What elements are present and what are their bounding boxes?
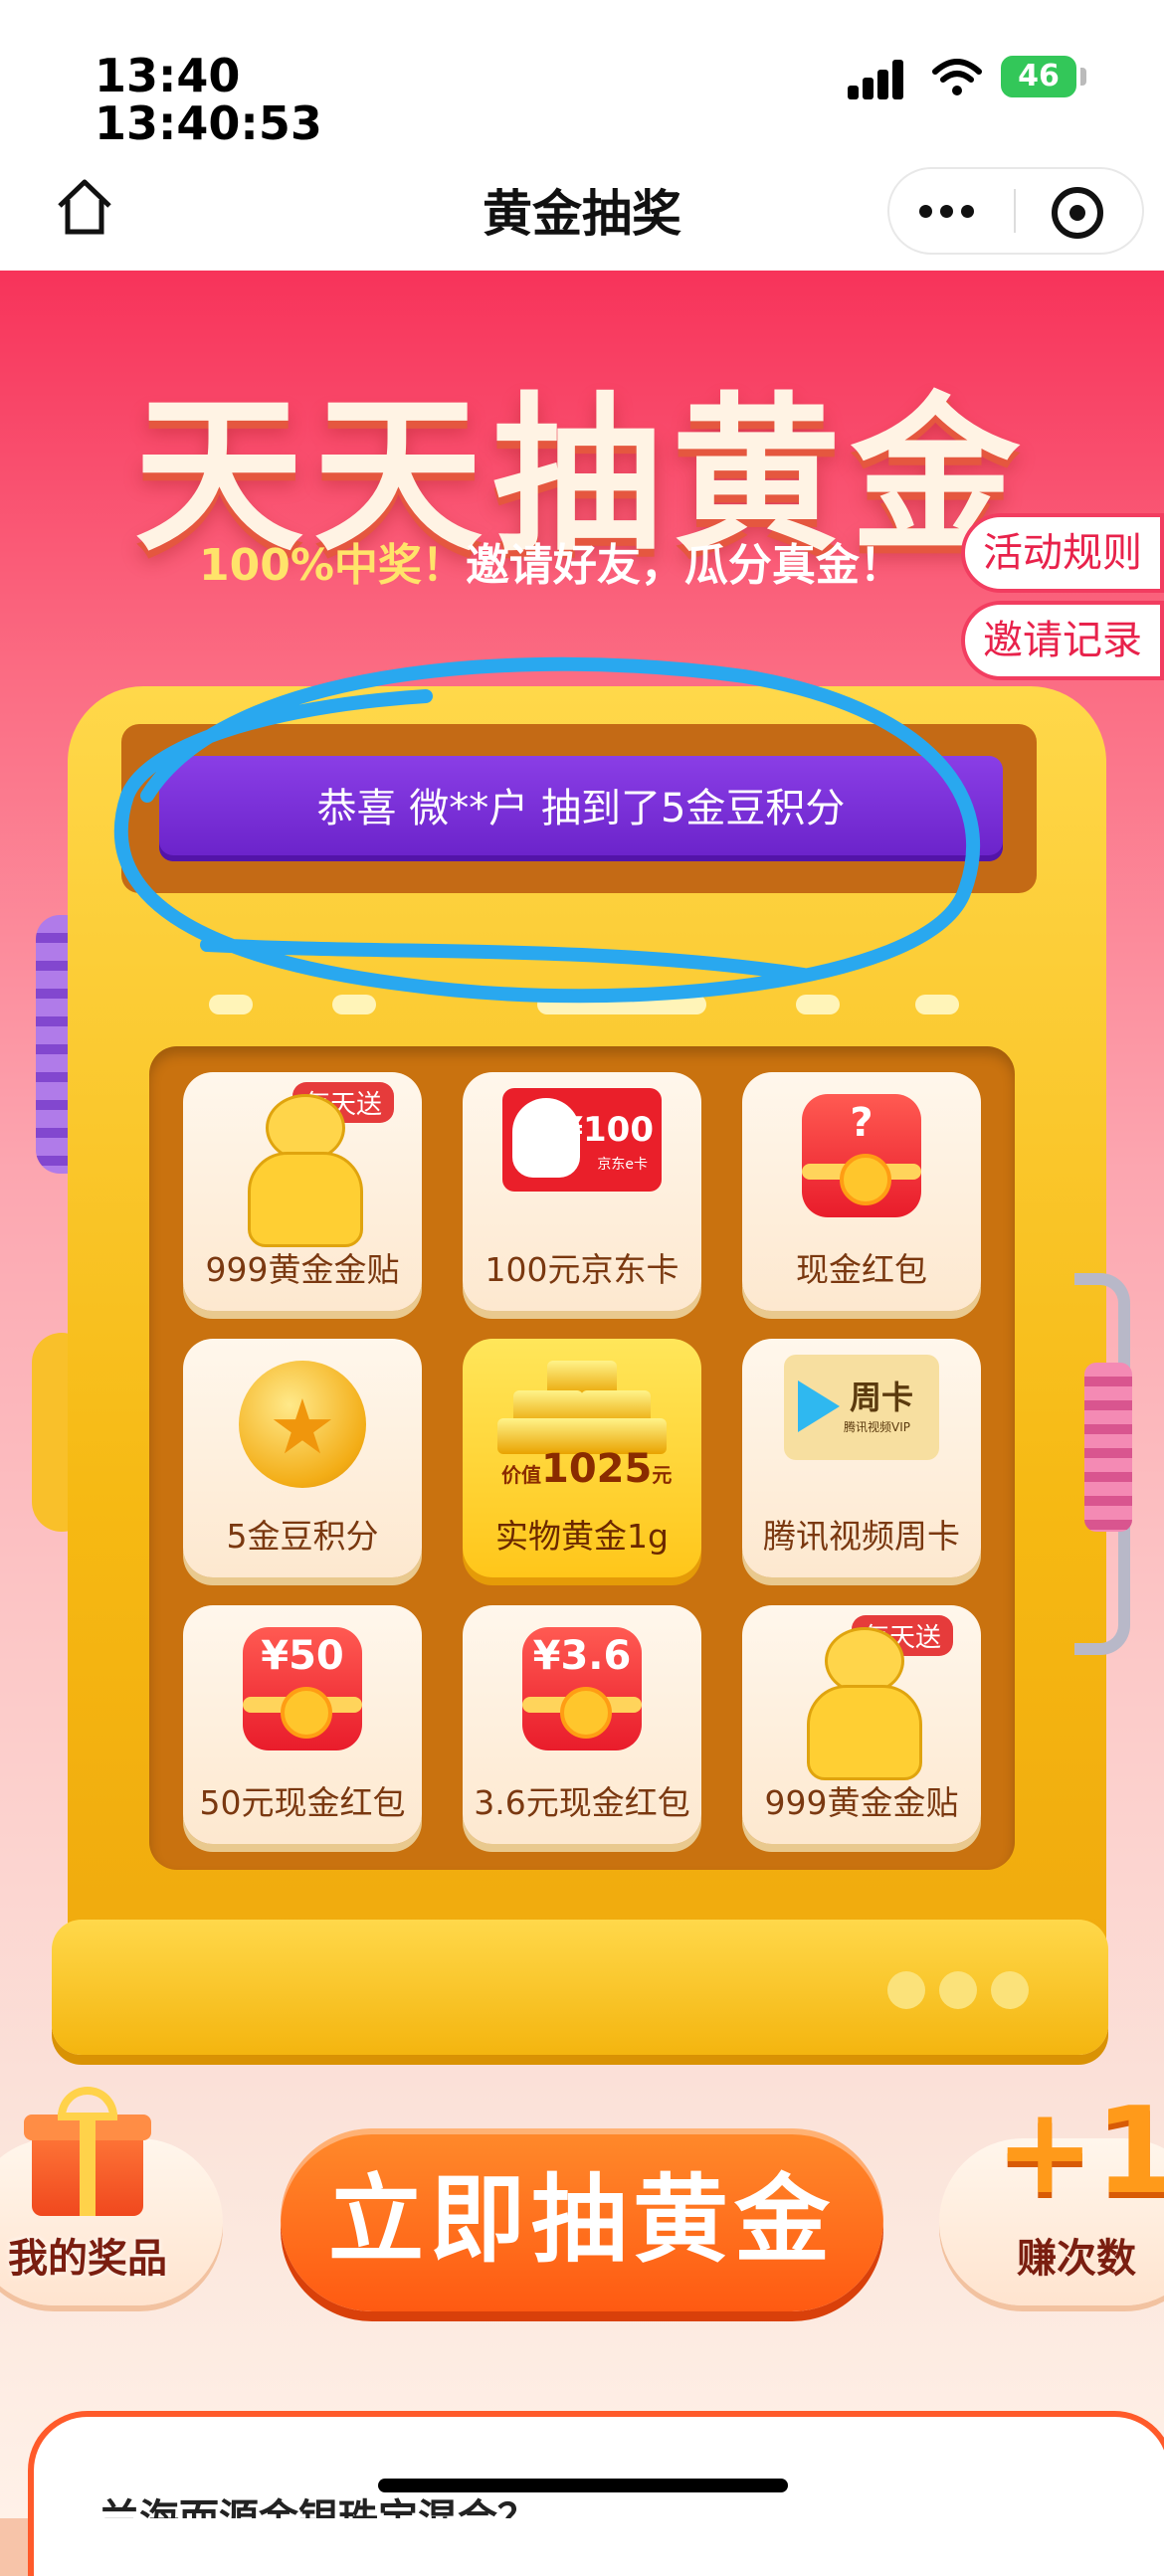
hand-drawn-annotation-circle bbox=[113, 656, 980, 1004]
red-packet-icon: ? bbox=[802, 1094, 921, 1217]
draw-now-button[interactable]: 立即抽黄金 bbox=[281, 2128, 883, 2311]
close-miniprogram-icon[interactable] bbox=[1052, 187, 1103, 239]
gift-box-icon[interactable] bbox=[24, 2087, 151, 2216]
cellular-signal-icon bbox=[848, 58, 913, 99]
home-indicator bbox=[378, 2479, 788, 2492]
prize-label: 现金红包 bbox=[796, 1250, 927, 1289]
battery-tip bbox=[1080, 68, 1086, 86]
prize-label: 5金豆积分 bbox=[226, 1517, 379, 1556]
more-icon[interactable] bbox=[919, 203, 982, 222]
subtitle-highlight: 100%中奖！ bbox=[199, 540, 466, 591]
prize-cell-cash-50: ¥50 50元现金红包 bbox=[183, 1605, 422, 1844]
mystery-mark: ? bbox=[850, 1100, 873, 1146]
jd-card-value: ¥100 bbox=[559, 1110, 654, 1150]
machine-lights-decoration bbox=[991, 1971, 1029, 2009]
machine-handle-spring bbox=[1084, 1363, 1132, 1532]
jd-card-sub: 京东e卡 bbox=[597, 1157, 648, 1173]
subtitle-text: 邀请好友，瓜分真金！ bbox=[465, 540, 903, 591]
tencent-card-sub: 腾讯视频VIP bbox=[844, 1420, 910, 1434]
prize-label: 100元京东卡 bbox=[485, 1250, 679, 1289]
prize-cell-gold-sticker: 每天送 999黄金金贴 bbox=[183, 1072, 422, 1311]
prize-cell-cash-3-6: ¥3.6 3.6元现金红包 bbox=[463, 1605, 701, 1844]
lottery-machine-base bbox=[52, 1920, 1108, 2055]
prize-label: 腾讯视频周卡 bbox=[763, 1517, 960, 1556]
price-value: 1025 bbox=[541, 1446, 653, 1492]
earn-chances-label[interactable]: 赚次数 bbox=[1017, 2226, 1136, 2284]
wifi-icon bbox=[932, 59, 982, 95]
prize-cell-jd-card: ¥100 京东e卡 100元京东卡 bbox=[463, 1072, 701, 1311]
prize-grid: 每天送 999黄金金贴 ¥100 京东e卡 100元京东卡 ? 现金红包 ★ 5… bbox=[149, 1046, 1015, 1870]
tencent-card-title: 周卡 bbox=[850, 1379, 914, 1416]
packet-value: ¥3.6 bbox=[532, 1633, 632, 1679]
jd-card-icon: ¥100 京东e卡 bbox=[502, 1088, 662, 1192]
hero-subtitle: 100%中奖！邀请好友，瓜分真金！ bbox=[199, 529, 903, 593]
prize-cell-points: ★ 5金豆积分 bbox=[183, 1339, 422, 1577]
gold-coin-icon: ★ bbox=[239, 1361, 366, 1488]
red-packet-icon: ¥50 bbox=[243, 1627, 362, 1750]
prize-cell-cash-packet: ? 现金红包 bbox=[742, 1072, 981, 1311]
prize-cell-gold-sticker-2: 每天送 999黄金金贴 bbox=[742, 1605, 981, 1844]
price-unit: 元 bbox=[652, 1463, 673, 1487]
plus-one-icon[interactable]: +1 bbox=[995, 2083, 1164, 2221]
prize-label: 50元现金红包 bbox=[199, 1783, 406, 1822]
prize-label: 999黄金金贴 bbox=[764, 1783, 959, 1822]
gold-price: 价值1025元 bbox=[501, 1446, 672, 1492]
prize-label: 实物黄金1g bbox=[495, 1517, 669, 1556]
red-packet-icon: ¥3.6 bbox=[522, 1627, 642, 1750]
price-prefix: 价值 bbox=[501, 1463, 541, 1487]
packet-value: ¥50 bbox=[261, 1633, 344, 1679]
tencent-video-icon: 周卡 腾讯视频VIP bbox=[784, 1355, 939, 1460]
my-prizes-label[interactable]: 我的奖品 bbox=[8, 2226, 167, 2284]
gold-bars-icon: 价值1025元 bbox=[497, 1361, 672, 1492]
prize-label: 999黄金金贴 bbox=[205, 1250, 400, 1289]
fortune-god-icon bbox=[238, 1094, 367, 1247]
status-time-seconds: 13:40:53 bbox=[95, 96, 322, 150]
status-time: 13:40 bbox=[95, 49, 241, 102]
battery-icon: 46 bbox=[1001, 56, 1076, 97]
prize-cell-gold-1g: 价值1025元 实物黄金1g bbox=[463, 1339, 701, 1577]
rules-button[interactable]: 活动规则 bbox=[961, 513, 1164, 593]
prize-label: 3.6元现金红包 bbox=[474, 1783, 690, 1822]
prize-cell-tencent: 周卡 腾讯视频VIP 腾讯视频周卡 bbox=[742, 1339, 981, 1577]
miniprogram-capsule bbox=[887, 167, 1144, 255]
lucky-cat-icon bbox=[797, 1627, 926, 1780]
